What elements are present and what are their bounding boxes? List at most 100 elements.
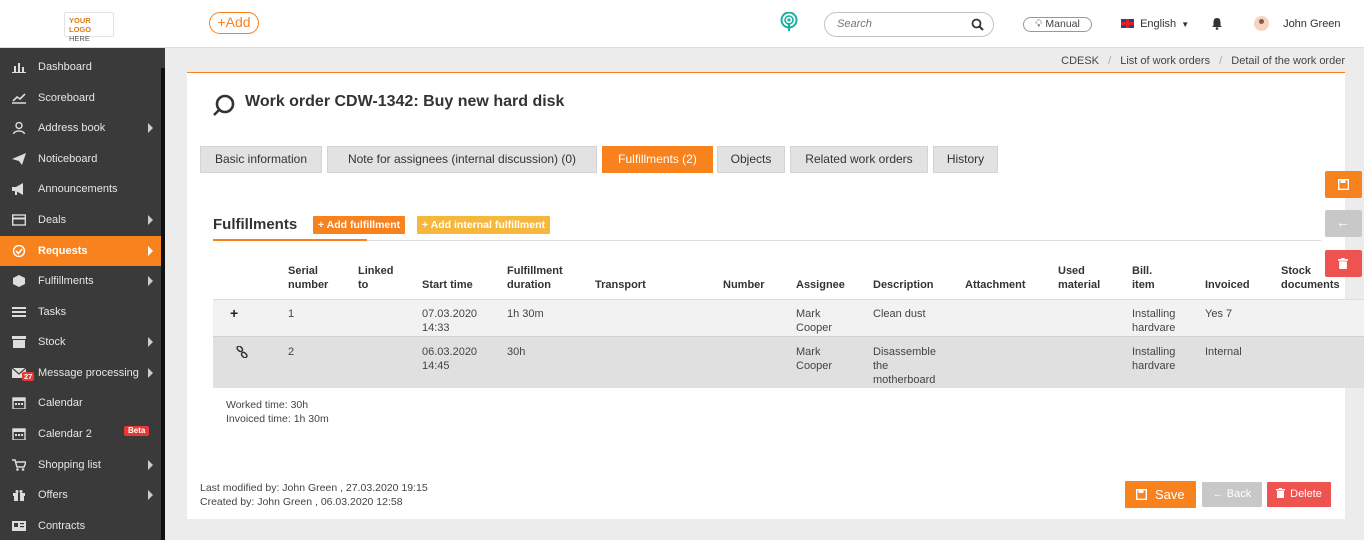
column-header-assignee[interactable]: Assignee: [796, 278, 845, 292]
sidebar-item-address-book[interactable]: Address book: [0, 113, 161, 143]
cell-duration: 30h: [507, 346, 526, 358]
column-header-number[interactable]: Number: [723, 278, 765, 292]
add-button[interactable]: +Add: [209, 12, 259, 34]
tab-fulfillments[interactable]: Fulfillments (2): [602, 146, 713, 173]
sidebar-item-fulfillments[interactable]: Fulfillments: [0, 266, 161, 296]
sidebar-item-tasks[interactable]: Tasks: [0, 297, 161, 327]
user-menu[interactable]: John Green: [1254, 16, 1341, 31]
sidebar-item-shopping-list[interactable]: Shopping list: [0, 450, 161, 480]
sidebar-item-label: Scoreboard: [38, 92, 95, 104]
breadcrumb-item-work-orders[interactable]: List of work orders: [1120, 55, 1210, 67]
header-text: number: [288, 279, 329, 291]
header-text: Serial: [288, 265, 318, 277]
chevron-right-icon: [148, 246, 153, 256]
floating-back-button[interactable]: ←: [1325, 210, 1362, 237]
tab-objects[interactable]: Objects: [717, 146, 785, 173]
cell-serial-number: 1: [288, 308, 295, 320]
tab-history[interactable]: History: [933, 146, 998, 173]
tab-related-work-orders[interactable]: Related work orders: [790, 146, 928, 173]
add-internal-fulfillment-button[interactable]: + Add internal fulfillment: [417, 216, 551, 234]
sidebar-scrollbar[interactable]: [161, 68, 165, 540]
column-header-fulfillment-duration[interactable]: Fulfillment duration: [507, 264, 563, 292]
tab-note-for-assignees[interactable]: Note for assignees (internal discussion)…: [327, 146, 597, 173]
cell-text: 14:45: [422, 360, 450, 372]
search-input[interactable]: [837, 18, 967, 30]
sidebar-item-requests[interactable]: Requests: [0, 236, 161, 266]
sidebar-item-contracts[interactable]: Contracts: [0, 511, 161, 540]
cell-text: Installing: [1132, 308, 1176, 320]
column-header-linked-to[interactable]: Linked to: [358, 264, 393, 292]
sidebar-item-label: Requests: [38, 245, 88, 257]
save-button[interactable]: Save: [1125, 481, 1196, 508]
sidebar-item-label: Deals: [38, 214, 67, 226]
sidebar: Dashboard Scoreboard Address book Notice…: [0, 48, 165, 540]
delete-button[interactable]: Delete: [1267, 482, 1331, 507]
sidebar-item-message-processing[interactable]: 27 Message processing: [0, 358, 161, 388]
floating-save-button[interactable]: [1325, 171, 1362, 198]
column-header-description[interactable]: Description: [873, 278, 934, 292]
search-box[interactable]: [824, 12, 994, 37]
column-header-used-material[interactable]: Used material: [1058, 264, 1100, 292]
cell-text: the: [873, 360, 889, 372]
floppy-icon: [1338, 179, 1349, 190]
bell-icon[interactable]: [1211, 17, 1223, 30]
breadcrumb-item-cdesk[interactable]: CDESK: [1061, 55, 1099, 67]
last-modified: Last modified by: John Green , 27.03.202…: [200, 482, 428, 494]
column-header-transport[interactable]: Transport: [595, 278, 646, 292]
table-row[interactable]: 2 06.03.2020 14:45 30h Mark Cooper Disas…: [213, 336, 1364, 388]
megaphone-icon: [12, 183, 23, 195]
sidebar-item-noticeboard[interactable]: Noticeboard: [0, 144, 161, 174]
sidebar-item-dashboard[interactable]: Dashboard: [0, 52, 161, 82]
box-icon: [12, 336, 26, 348]
sidebar-item-scoreboard[interactable]: Scoreboard: [0, 83, 161, 113]
company-logo[interactable]: YOUR LOGO HERE: [64, 12, 114, 43]
column-header-invoiced[interactable]: Invoiced: [1205, 278, 1250, 292]
table-row[interactable]: + 1 07.03.2020 14:33 1h 30m Mark Cooper …: [213, 299, 1364, 336]
sidebar-item-announcements[interactable]: Announcements: [0, 174, 161, 204]
manual-button[interactable]: 💡︎ Manual: [1023, 17, 1092, 32]
avatar: [1254, 16, 1269, 31]
cell-duration: 1h 30m: [507, 308, 544, 320]
add-linked-fulfillment-icon[interactable]: +: [230, 305, 238, 321]
breadcrumb: CDESK / List of work orders / Detail of …: [1061, 55, 1345, 67]
section-title: Fulfillments: [213, 216, 298, 233]
user-name: John Green: [1283, 18, 1341, 30]
back-label: Back: [1226, 488, 1252, 500]
page-title: Work order CDW-1342: Buy new hard disk: [245, 93, 565, 110]
work-order-icon: [213, 94, 235, 116]
cell-text: hardvare: [1132, 360, 1176, 372]
column-header-start-time[interactable]: Start time: [422, 278, 473, 292]
cell-text: Cooper: [796, 322, 833, 334]
sidebar-item-calendar[interactable]: Calendar: [0, 388, 161, 418]
language-selector[interactable]: English ▼: [1121, 18, 1189, 30]
sidebar-item-offers[interactable]: Offers: [0, 480, 161, 510]
sidebar-item-label: Shopping list: [38, 459, 101, 471]
back-button[interactable]: ← Back: [1202, 482, 1262, 507]
trash-icon: [1338, 258, 1348, 269]
sidebar-item-stock[interactable]: Stock: [0, 327, 161, 357]
chevron-right-icon: [148, 460, 153, 470]
cell-invoiced: Yes 7: [1205, 308, 1233, 320]
user-icon: [12, 122, 26, 134]
column-header-serial-number[interactable]: Serial number: [288, 264, 328, 292]
search-icon[interactable]: [971, 18, 984, 31]
floating-delete-button[interactable]: [1325, 250, 1362, 277]
sidebar-item-label: Address book: [38, 122, 106, 134]
sidebar-item-calendar-2[interactable]: Calendar 2 Beta: [0, 419, 161, 449]
cart-icon: [12, 459, 26, 471]
link-icon[interactable]: [236, 346, 248, 358]
column-header-bill-item[interactable]: Bill. item: [1132, 264, 1155, 292]
breadcrumb-item-current: Detail of the work order: [1231, 55, 1345, 67]
add-fulfillment-button[interactable]: + Add fulfillment: [313, 216, 406, 234]
work-order-card: Work order CDW-1342: Buy new hard disk B…: [187, 72, 1364, 519]
podcast-icon[interactable]: [780, 12, 798, 32]
chevron-right-icon: [148, 490, 153, 500]
cube-icon: [13, 275, 25, 287]
column-header-attachment[interactable]: Attachment: [965, 278, 1026, 292]
document-icon: [12, 521, 26, 531]
tab-basic-information[interactable]: Basic information: [200, 146, 322, 173]
created-by: Created by: John Green , 06.03.2020 12:5…: [200, 496, 403, 508]
chevron-right-icon: [148, 368, 153, 378]
cell-text: Installing: [1132, 346, 1176, 358]
sidebar-item-deals[interactable]: Deals: [0, 205, 161, 235]
